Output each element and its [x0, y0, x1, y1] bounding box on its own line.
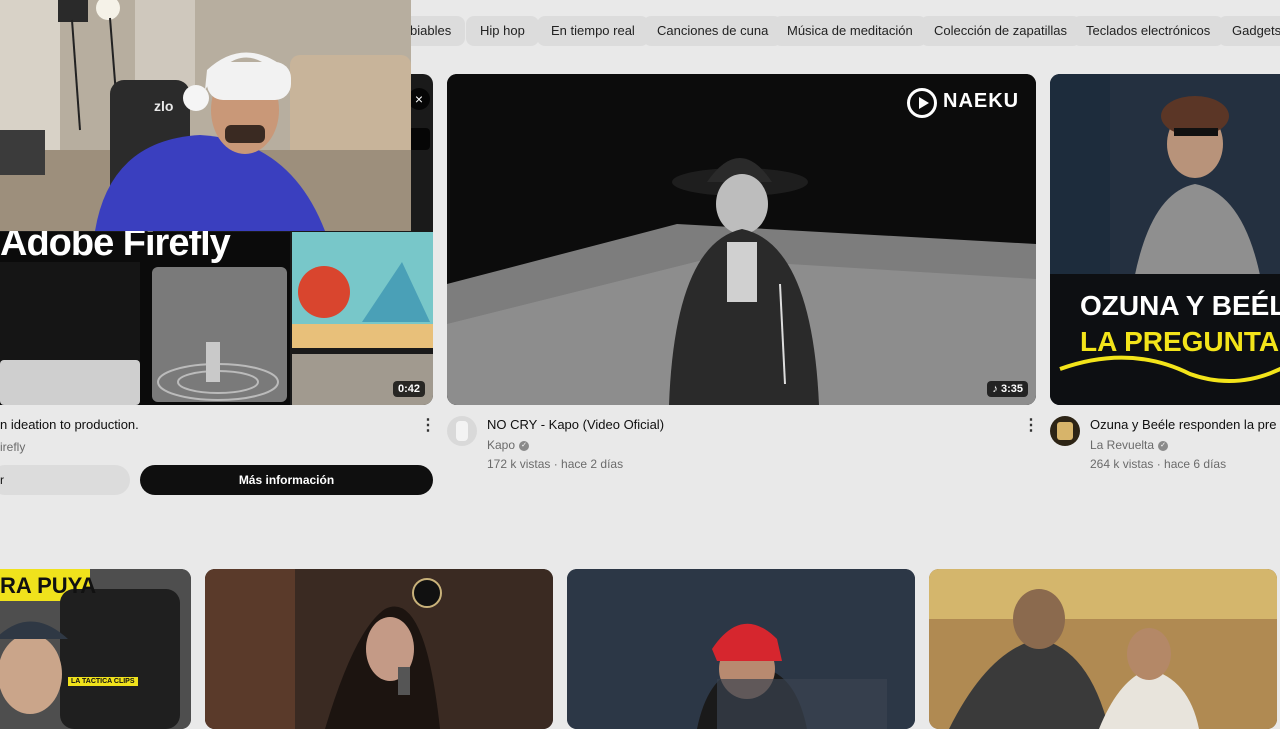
row2-thumb4-scene: [929, 569, 1277, 729]
chip-gadgets[interactable]: Gadgets: [1218, 16, 1280, 46]
ad-title[interactable]: n ideation to production.: [0, 417, 139, 432]
row2-thumbnail-2[interactable]: [205, 569, 553, 729]
row2-thumb1-text: RA PUYA: [0, 573, 97, 598]
channel-avatar-la-revuelta[interactable]: [1050, 416, 1080, 446]
duration-text: 3:35: [1000, 383, 1023, 395]
video-more-icon[interactable]: ⋮: [1023, 418, 1039, 434]
ozuna-overlay-line2: LA PREGUNTA DE: [1080, 326, 1280, 357]
video-stats-no-cry: 172 k vistas · hace 2 días: [487, 457, 624, 471]
ad-brand: irefly: [0, 440, 26, 454]
chip-canciones-de-cuna[interactable]: Canciones de cuna: [643, 16, 783, 46]
chip-en-tiempo-real[interactable]: En tiempo real: [537, 16, 649, 46]
channel-avatar-kapo[interactable]: [447, 416, 477, 446]
video-duration-badge: ♪ 3:35: [987, 381, 1028, 397]
chip-coleccion-zapatillas[interactable]: Colección de zapatillas: [920, 16, 1081, 46]
no-cry-scene: [447, 74, 1036, 405]
row2-thumb2-scene: [205, 569, 553, 729]
chip-musica-meditacion[interactable]: Música de meditación: [773, 16, 927, 46]
video-title-no-cry[interactable]: NO CRY - Kapo (Video Oficial): [487, 417, 664, 432]
info-icon[interactable]: [408, 128, 430, 150]
channel-name-text: La Revuelta: [1090, 438, 1155, 452]
ad-teal-panel: [292, 232, 433, 348]
row2-thumb1-subtext: LA TACTICA CLIPS: [68, 677, 138, 686]
ad-bottom-panel: [292, 354, 433, 405]
verified-icon: ✓: [519, 440, 530, 451]
video-title-ozuna[interactable]: Ozuna y Beéle responden la pre: [1090, 417, 1276, 432]
channel-name-text: Kapo: [487, 438, 516, 452]
ad-more-icon[interactable]: ⋮: [420, 418, 436, 434]
webcam-overlay: zlo: [0, 0, 411, 231]
channel-name-kapo[interactable]: Kapo ✓: [487, 438, 530, 452]
ozuna-overlay-line1: OZUNA Y BEÉLE R: [1080, 290, 1280, 321]
verified-icon: ✓: [1158, 440, 1169, 451]
webcam-scene: [0, 0, 411, 231]
channel-name-la-revuelta[interactable]: La Revuelta ✓: [1090, 438, 1169, 452]
ad-shapes-graphic: [292, 262, 433, 348]
chip-hip-hop[interactable]: Hip hop: [466, 16, 539, 46]
row2-thumbnail-3[interactable]: [567, 569, 915, 729]
row2-thumbnail-4[interactable]: [929, 569, 1277, 729]
close-icon[interactable]: ×: [408, 88, 430, 110]
video-stats-ozuna: 264 k vistas · hace 6 días: [1090, 457, 1227, 471]
music-note-icon: ♪: [992, 383, 1001, 395]
video-thumbnail-ozuna[interactable]: OZUNA Y BEÉLE R LA PREGUNTA DE: [1050, 74, 1280, 405]
chair-brand-text: zlo: [154, 98, 174, 114]
row2-thumbnail-1[interactable]: RA PUYA LA TACTICA CLIPS: [0, 569, 191, 729]
ad-cta-button[interactable]: Más información: [140, 465, 433, 495]
row2-thumb3-scene: [567, 569, 915, 729]
ad-duration-badge: 0:42: [392, 381, 425, 397]
chip-teclados-electronicos[interactable]: Teclados electrónicos: [1072, 16, 1225, 46]
play-circle-icon: [907, 88, 937, 118]
video-thumbnail-no-cry[interactable]: NAEKU ♪ 3:35: [447, 74, 1036, 405]
ad-secondary-button[interactable]: r: [0, 465, 130, 495]
naeku-watermark: NAEKU: [943, 90, 1020, 112]
